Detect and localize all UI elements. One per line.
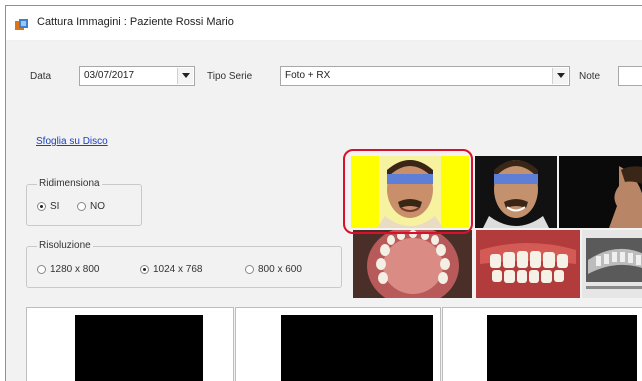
app-icon [15, 18, 29, 30]
xray-photo [582, 230, 642, 298]
series-type-select[interactable]: Foto + RX [280, 66, 570, 86]
radio-selected-icon [140, 265, 149, 274]
radio-selected-icon [37, 202, 46, 211]
date-picker[interactable]: 03/07/2017 [79, 66, 195, 86]
note-label: Note [579, 71, 601, 82]
thumbnail-frontal-teeth[interactable] [476, 230, 580, 298]
resize-yes-radio[interactable]: SI [37, 201, 59, 212]
resolution-800-radio[interactable]: 800 x 600 [245, 264, 302, 275]
thumbnail-face-profile[interactable] [559, 156, 642, 228]
resolution-1280-label: 1280 x 800 [50, 264, 100, 275]
note-input[interactable] [618, 66, 642, 86]
series-type-value: Foto + RX [285, 70, 331, 81]
face-profile-photo [559, 156, 642, 228]
series-type-label: Tipo Serie [207, 71, 253, 82]
resolution-group: Risoluzione 1280 x 800 1024 x 768 800 x … [26, 240, 342, 288]
radio-empty-icon [37, 265, 46, 274]
thumbnail-intraoral-arch[interactable] [353, 230, 472, 298]
resolution-1024-label: 1024 x 768 [153, 264, 203, 275]
capture-slot-2-preview [281, 315, 433, 381]
date-dropdown-button[interactable] [177, 68, 193, 84]
resolution-800-label: 800 x 600 [258, 264, 302, 275]
capture-slot-3[interactable] [442, 307, 642, 381]
date-label: Data [30, 71, 52, 82]
chevron-down-icon [182, 73, 190, 78]
resolution-group-legend: Risoluzione [37, 240, 93, 251]
face-smile-photo [475, 156, 557, 228]
capture-slot-2[interactable] [235, 307, 441, 381]
capture-slot-1[interactable] [26, 307, 234, 381]
browse-disk-link[interactable]: Sfoglia su Disco [36, 136, 108, 147]
thumbnail-xray[interactable] [582, 230, 642, 298]
intraoral-arch-photo [353, 230, 472, 298]
chevron-down-icon [557, 73, 565, 78]
main-content: Data 03/07/2017 Tipo Serie Foto + RX Not… [6, 41, 642, 381]
date-value: 03/07/2017 [84, 70, 135, 81]
capture-slot-1-preview [75, 315, 203, 381]
selected-thumbnail-highlight [343, 149, 473, 234]
resize-no-label: NO [90, 201, 105, 212]
resolution-1024-radio[interactable]: 1024 x 768 [140, 264, 203, 275]
resize-yes-label: SI [50, 201, 60, 212]
radio-empty-icon [245, 265, 254, 274]
radio-empty-icon [77, 202, 86, 211]
series-dropdown-button[interactable] [552, 68, 568, 84]
resize-group: Ridimensiona SI NO [26, 178, 142, 226]
resize-group-legend: Ridimensiona [37, 178, 102, 189]
capture-slot-3-preview [487, 315, 637, 381]
title-bar: Cattura Immagini : Paziente Rossi Mario [6, 6, 642, 41]
frontal-teeth-photo [476, 230, 580, 298]
window-title: Cattura Immagini : Paziente Rossi Mario [37, 16, 234, 28]
capture-window: Cattura Immagini : Paziente Rossi Mario … [5, 5, 642, 381]
resolution-1280-radio[interactable]: 1280 x 800 [37, 264, 100, 275]
resize-no-radio[interactable]: NO [77, 201, 105, 212]
thumbnail-face-smile[interactable] [475, 156, 557, 228]
